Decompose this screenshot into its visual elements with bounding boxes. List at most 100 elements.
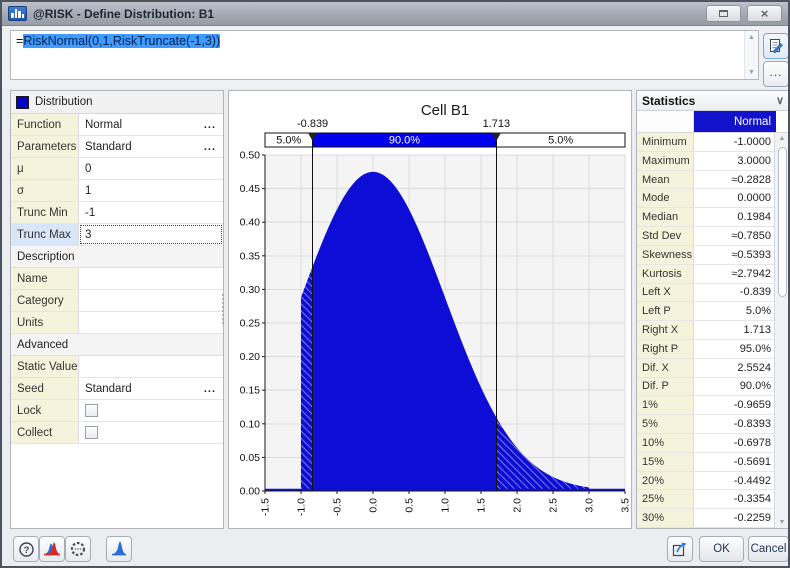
help-button[interactable]: ? (13, 536, 39, 562)
svg-text:0.25: 0.25 (240, 318, 261, 330)
property-value-trunc-min[interactable]: -1 (79, 202, 223, 223)
cancel-button[interactable]: Cancel (748, 536, 789, 562)
lock-checkbox[interactable] (85, 404, 98, 417)
statistics-scrollbar[interactable]: ▲ ▼ (774, 133, 789, 528)
property-value-lock[interactable] (79, 400, 223, 421)
statistics-panel: Statistics ∨ Normal Minimum-1.0000Maximu… (636, 90, 790, 529)
property-label: Static Value (11, 356, 79, 377)
property-row-units: Units (11, 312, 223, 334)
maximize-button[interactable] (706, 5, 741, 22)
svg-text:1.5: 1.5 (476, 498, 488, 513)
blue-curve-icon (110, 541, 128, 557)
stat-label: 30% (637, 509, 694, 527)
property-value-collect[interactable] (79, 422, 223, 443)
svg-text:5.0%: 5.0% (276, 135, 301, 147)
property-value-[interactable]: 0 (79, 158, 223, 179)
stat-label: 10% (637, 434, 694, 452)
stat-value: -0.9659 (694, 396, 776, 414)
property-row-: σ1 (11, 180, 223, 202)
ok-button[interactable]: OK (699, 536, 744, 562)
scrollbar-thumb[interactable] (778, 147, 787, 297)
property-label: Parameters (11, 136, 79, 157)
ellipsis-button[interactable]: ... (204, 383, 216, 395)
stat-label: 25% (637, 490, 694, 508)
stat-label: Skewness (637, 246, 694, 264)
stat-label: 5% (637, 415, 694, 433)
property-value-name[interactable] (79, 268, 223, 289)
distribution-color-swatch[interactable] (16, 96, 29, 109)
stat-value: ≈0.2828 (694, 171, 776, 189)
svg-text:0.10: 0.10 (240, 418, 261, 430)
collect-checkbox[interactable] (85, 426, 98, 439)
stat-label: Right X (637, 321, 694, 339)
stat-value: -0.5691 (694, 453, 776, 471)
statistics-dropdown[interactable]: Statistics ∨ (637, 91, 789, 111)
svg-text:0.5: 0.5 (404, 498, 416, 513)
svg-text:3.0: 3.0 (584, 498, 596, 513)
stat-label: 20% (637, 472, 694, 490)
stat-row-dif-p: Dif. P90.0% (637, 378, 776, 397)
scroll-down-icon[interactable]: ▼ (779, 519, 786, 526)
ellipsis-button[interactable]: ... (204, 141, 216, 153)
distribution-chart: 0.000.050.100.150.200.250.300.350.400.45… (229, 91, 631, 528)
stat-row-median: Median0.1984 (637, 208, 776, 227)
property-row-trunc-min: Trunc Min-1 (11, 202, 223, 224)
edit-formula-button[interactable] (763, 33, 789, 59)
chevron-down-icon: ∨ (776, 94, 784, 107)
stat-label: 15% (637, 453, 694, 471)
stat-value: 0.0000 (694, 189, 776, 207)
stat-row-mode: Mode0.0000 (637, 189, 776, 208)
property-value-static-value[interactable] (79, 356, 223, 377)
property-value-seed[interactable]: Standard... (79, 378, 223, 399)
settings-button[interactable] (65, 536, 91, 562)
stat-label: Kurtosis (637, 265, 694, 283)
svg-text:-1.0: -1.0 (296, 498, 308, 516)
property-value-[interactable]: 1 (79, 180, 223, 201)
property-row-trunc-max: Trunc Max3 (11, 224, 223, 246)
stat-row-15%: 15%-0.5691 (637, 453, 776, 472)
panel-splitter[interactable] (222, 294, 227, 324)
graph-type-button[interactable] (106, 536, 132, 562)
stat-row-5%: 5%-0.8393 (637, 415, 776, 434)
svg-text:0.15: 0.15 (240, 385, 261, 397)
property-value-parameters[interactable]: Standard... (79, 136, 223, 157)
stat-label: 1% (637, 396, 694, 414)
titlebar[interactable]: @RISK - Define Distribution: B1 × (2, 2, 788, 26)
property-label: σ (11, 180, 79, 201)
property-value-units[interactable] (79, 312, 223, 333)
ellipsis-button[interactable]: ... (204, 119, 216, 131)
formula-input[interactable]: =RiskNormal(0,1,RiskTruncate(-1,3)) ▲ ▼ (10, 30, 759, 80)
stat-label: Left P (637, 302, 694, 320)
more-options-button[interactable]: ... (763, 61, 789, 87)
edit-formula-icon (768, 38, 785, 55)
scroll-up-icon[interactable]: ▲ (748, 34, 755, 41)
property-value-category[interactable] (79, 290, 223, 311)
property-label: Units (11, 312, 79, 333)
export-button[interactable] (667, 536, 693, 562)
svg-text:0.05: 0.05 (240, 452, 261, 464)
distribution-palette-button[interactable] (39, 536, 65, 562)
stat-row-skewness: Skewness≈0.5393 (637, 246, 776, 265)
stat-row-maximum: Maximum3.0000 (637, 152, 776, 171)
stat-value: -0.6978 (694, 434, 776, 452)
svg-text:2.0: 2.0 (512, 498, 524, 513)
window-title: @RISK - Define Distribution: B1 (33, 7, 214, 21)
property-value-trunc-max[interactable]: 3 (79, 224, 223, 245)
section-advanced: Advanced (11, 334, 223, 356)
property-label: Trunc Min (11, 202, 79, 223)
chart-panel: 0.000.050.100.150.200.250.300.350.400.45… (228, 90, 632, 529)
stat-value: -0.8393 (694, 415, 776, 433)
ellipsis-icon: ... (769, 66, 782, 82)
property-value-function[interactable]: Normal... (79, 114, 223, 135)
scroll-down-icon[interactable]: ▼ (748, 69, 755, 76)
close-button[interactable]: × (747, 5, 782, 22)
stat-label: Left X (637, 284, 694, 302)
stat-label: Dif. X (637, 359, 694, 377)
formula-zone: =RiskNormal(0,1,RiskTruncate(-1,3)) ▲ ▼ … (2, 26, 788, 88)
stat-row-30%: 30%-0.2259 (637, 509, 776, 528)
scroll-up-icon[interactable]: ▲ (779, 135, 786, 142)
stat-value: -1.0000 (694, 133, 776, 151)
svg-text:-0.5: -0.5 (332, 498, 344, 516)
formula-scrollbar[interactable]: ▲ ▼ (744, 31, 758, 79)
property-row-function: FunctionNormal... (11, 114, 223, 136)
